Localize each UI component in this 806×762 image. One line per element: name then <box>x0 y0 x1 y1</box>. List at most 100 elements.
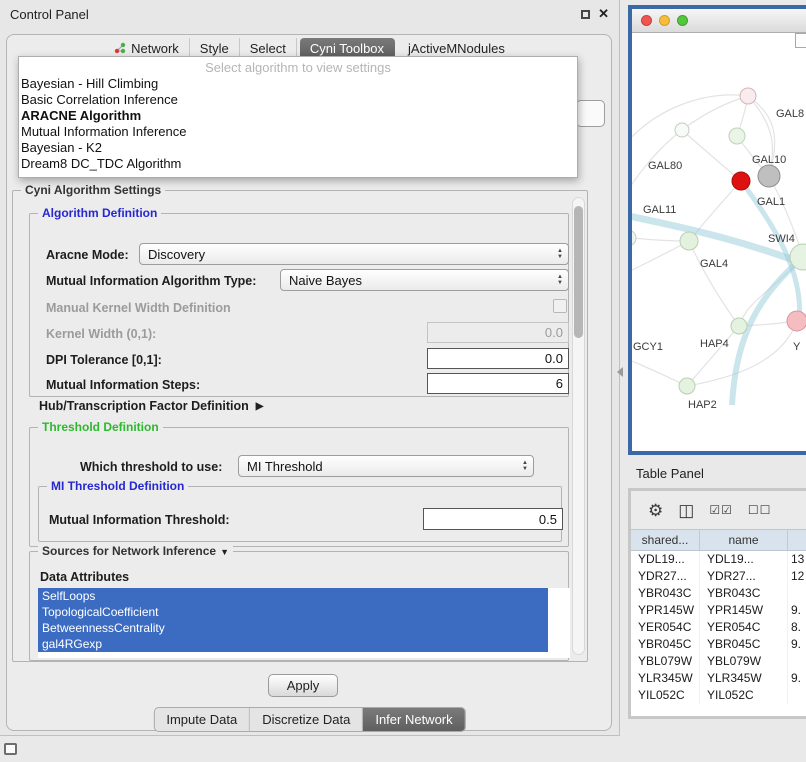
float-window-icon[interactable] <box>581 10 590 19</box>
dropdown-item-bayesian-hill-climbing[interactable]: Bayesian - Hill Climbing <box>19 76 577 92</box>
network-edge <box>687 326 739 386</box>
window-controls: ✕ <box>581 8 609 20</box>
table-cell: 8. <box>788 619 806 636</box>
table-toolbar: ⚙ ◫ ☑☑ ☐☐ <box>631 491 806 529</box>
network-node[interactable] <box>731 318 747 334</box>
bottom-tabs: Impute DataDiscretize DataInfer Network <box>153 707 465 732</box>
node-label: GAL11 <box>643 204 676 216</box>
mi-algorithm-type-combobox[interactable]: Naive Bayes ▲▼ <box>280 269 569 291</box>
which-threshold-label: Which threshold to use: <box>80 460 222 474</box>
tab-infer-network[interactable]: Infer Network <box>363 708 464 731</box>
data-attributes-list[interactable]: SelfLoopsTopologicalCoefficientBetweenne… <box>38 588 570 658</box>
table-cell: YDL19... <box>700 551 788 568</box>
table-cell: YER054C <box>700 619 788 636</box>
table-cell: YDL19... <box>631 551 700 568</box>
dpi-tolerance-label: DPI Tolerance [0,1]: <box>46 353 162 367</box>
table-cell: YBR045C <box>700 636 788 653</box>
tab-label: Network <box>131 41 179 56</box>
table-panel-window: ⚙ ◫ ☑☑ ☐☐ shared...name YDL19...YDL19...… <box>628 488 806 719</box>
apply-button[interactable]: Apply <box>268 674 338 697</box>
scrollbar-thumb[interactable] <box>574 206 583 338</box>
manual-kernel-checkbox[interactable] <box>553 299 567 313</box>
hub-transcription-factor-section[interactable]: Hub/Transcription Factor Definition ▶ <box>39 399 263 413</box>
network-node[interactable] <box>729 128 745 144</box>
table-row[interactable]: YBR045CYBR045C9. <box>631 636 806 653</box>
mi-steps-input[interactable] <box>427 373 569 394</box>
kernel-width-input[interactable] <box>427 322 569 343</box>
attribute-item-selfloops[interactable]: SelfLoops <box>38 588 548 604</box>
dropdown-item-mutual-information-inference[interactable]: Mutual Information Inference <box>19 124 577 140</box>
table-cell: YBR043C <box>631 585 700 602</box>
network-node[interactable] <box>679 378 695 394</box>
attribute-item-topologicalcoefficient[interactable]: TopologicalCoefficient <box>38 604 548 620</box>
network-view-window: GAL8GAL80GAL10GAL1GAL11SWI4GAL4GCY1HAP4Y… <box>628 5 806 455</box>
tab-discretize-data[interactable]: Discretize Data <box>250 708 363 731</box>
restore-panel-icon[interactable] <box>4 743 17 755</box>
sources-legend[interactable]: Sources for Network Inference▼ <box>38 544 233 558</box>
dropdown-item-basic-correlation-inference[interactable]: Basic Correlation Inference <box>19 92 577 108</box>
algorithm-combobox[interactable] <box>576 100 605 127</box>
threshold-type-combobox[interactable]: MI Threshold ▲▼ <box>238 455 534 477</box>
dpi-tolerance-input[interactable] <box>427 348 569 369</box>
network-node[interactable] <box>732 172 750 190</box>
table-row[interactable]: YER054CYER054C8. <box>631 619 806 636</box>
table-row[interactable]: YIL052CYIL052C <box>631 687 806 704</box>
table-row[interactable]: YBR043CYBR043C <box>631 585 806 602</box>
table-cell: YLR345W <box>631 670 700 687</box>
table-cell: YDR27... <box>700 568 788 585</box>
deselect-all-columns-icon[interactable]: ☐☐ <box>748 502 772 519</box>
expand-right-icon: ▶ <box>256 401 264 412</box>
table-row[interactable]: YDR27...YDR27...12 <box>631 568 806 585</box>
network-node[interactable] <box>787 311 806 331</box>
cyni-algorithm-settings-legend: Cyni Algorithm Settings <box>21 183 165 197</box>
select-all-columns-icon[interactable]: ☑☑ <box>709 502 733 519</box>
dropdown-item-bayesian-k2[interactable]: Bayesian - K2 <box>19 140 577 156</box>
close-panel-icon[interactable]: ✕ <box>598 8 609 20</box>
mi-threshold-legend: MI Threshold Definition <box>47 479 188 493</box>
network-node[interactable] <box>632 230 636 246</box>
tab-label: Select <box>250 41 286 56</box>
table-cell: 9. <box>788 670 806 687</box>
node-label: GAL10 <box>752 154 786 166</box>
dropdown-item-aracne-algorithm[interactable]: ARACNE Algorithm <box>19 108 577 124</box>
control-panel-window: Control Panel ✕ NetworkStyleSelectCyni T… <box>0 0 620 736</box>
table-row[interactable]: YLR345WYLR345W9. <box>631 670 806 687</box>
aracne-mode-combobox[interactable]: Discovery ▲▼ <box>139 243 569 265</box>
mi-type-label: Mutual Information Algorithm Type: <box>46 274 256 288</box>
column-header-extra[interactable] <box>788 530 806 550</box>
control-panel-title: Control Panel <box>10 7 89 22</box>
node-label: HAP2 <box>688 399 717 411</box>
splitter-collapse-arrow[interactable] <box>617 367 623 377</box>
node-label: GAL1 <box>757 196 785 208</box>
table-cell <box>788 653 806 670</box>
network-node[interactable] <box>758 165 780 187</box>
table-cell: YBL079W <box>700 653 788 670</box>
gear-icon[interactable]: ⚙ <box>648 502 663 519</box>
zoom-window-icon[interactable] <box>677 15 688 26</box>
dropdown-placeholder: Select algorithm to view settings <box>19 59 577 76</box>
columns-icon[interactable]: ◫ <box>678 502 694 519</box>
network-node[interactable] <box>740 88 756 104</box>
table-row[interactable]: YBL079WYBL079W <box>631 653 806 670</box>
node-label: GAL4 <box>700 258 728 270</box>
tab-impute-data[interactable]: Impute Data <box>154 708 250 731</box>
minimize-window-icon[interactable] <box>659 15 670 26</box>
tab-label: jActiveMNodules <box>408 41 505 56</box>
settings-scrollbar[interactable] <box>572 197 585 655</box>
network-node[interactable] <box>675 123 689 137</box>
table-row[interactable]: YDL19...YDL19...13 <box>631 551 806 568</box>
aracne-mode-label: Aracne Mode: <box>46 248 129 262</box>
close-window-icon[interactable] <box>641 15 652 26</box>
attribute-item-gal4rgexp[interactable]: gal4RGexp <box>38 636 548 652</box>
mi-threshold-input[interactable] <box>423 508 563 530</box>
attribute-item-betweennesscentrality[interactable]: BetweennessCentrality <box>38 620 548 636</box>
chevron-updown-icon: ▲▼ <box>557 274 563 286</box>
network-canvas[interactable]: GAL8GAL80GAL10GAL1GAL11SWI4GAL4GCY1HAP4Y… <box>632 33 806 451</box>
data-attributes-label: Data Attributes <box>40 570 129 584</box>
column-header-shared[interactable]: shared... <box>631 530 700 550</box>
tab-label: Style <box>200 41 229 56</box>
table-row[interactable]: YPR145WYPR145W9. <box>631 602 806 619</box>
network-node[interactable] <box>680 232 698 250</box>
dropdown-item-dream8-dc-tdc-algorithm[interactable]: Dream8 DC_TDC Algorithm <box>19 156 577 172</box>
column-header-name[interactable]: name <box>700 530 788 550</box>
